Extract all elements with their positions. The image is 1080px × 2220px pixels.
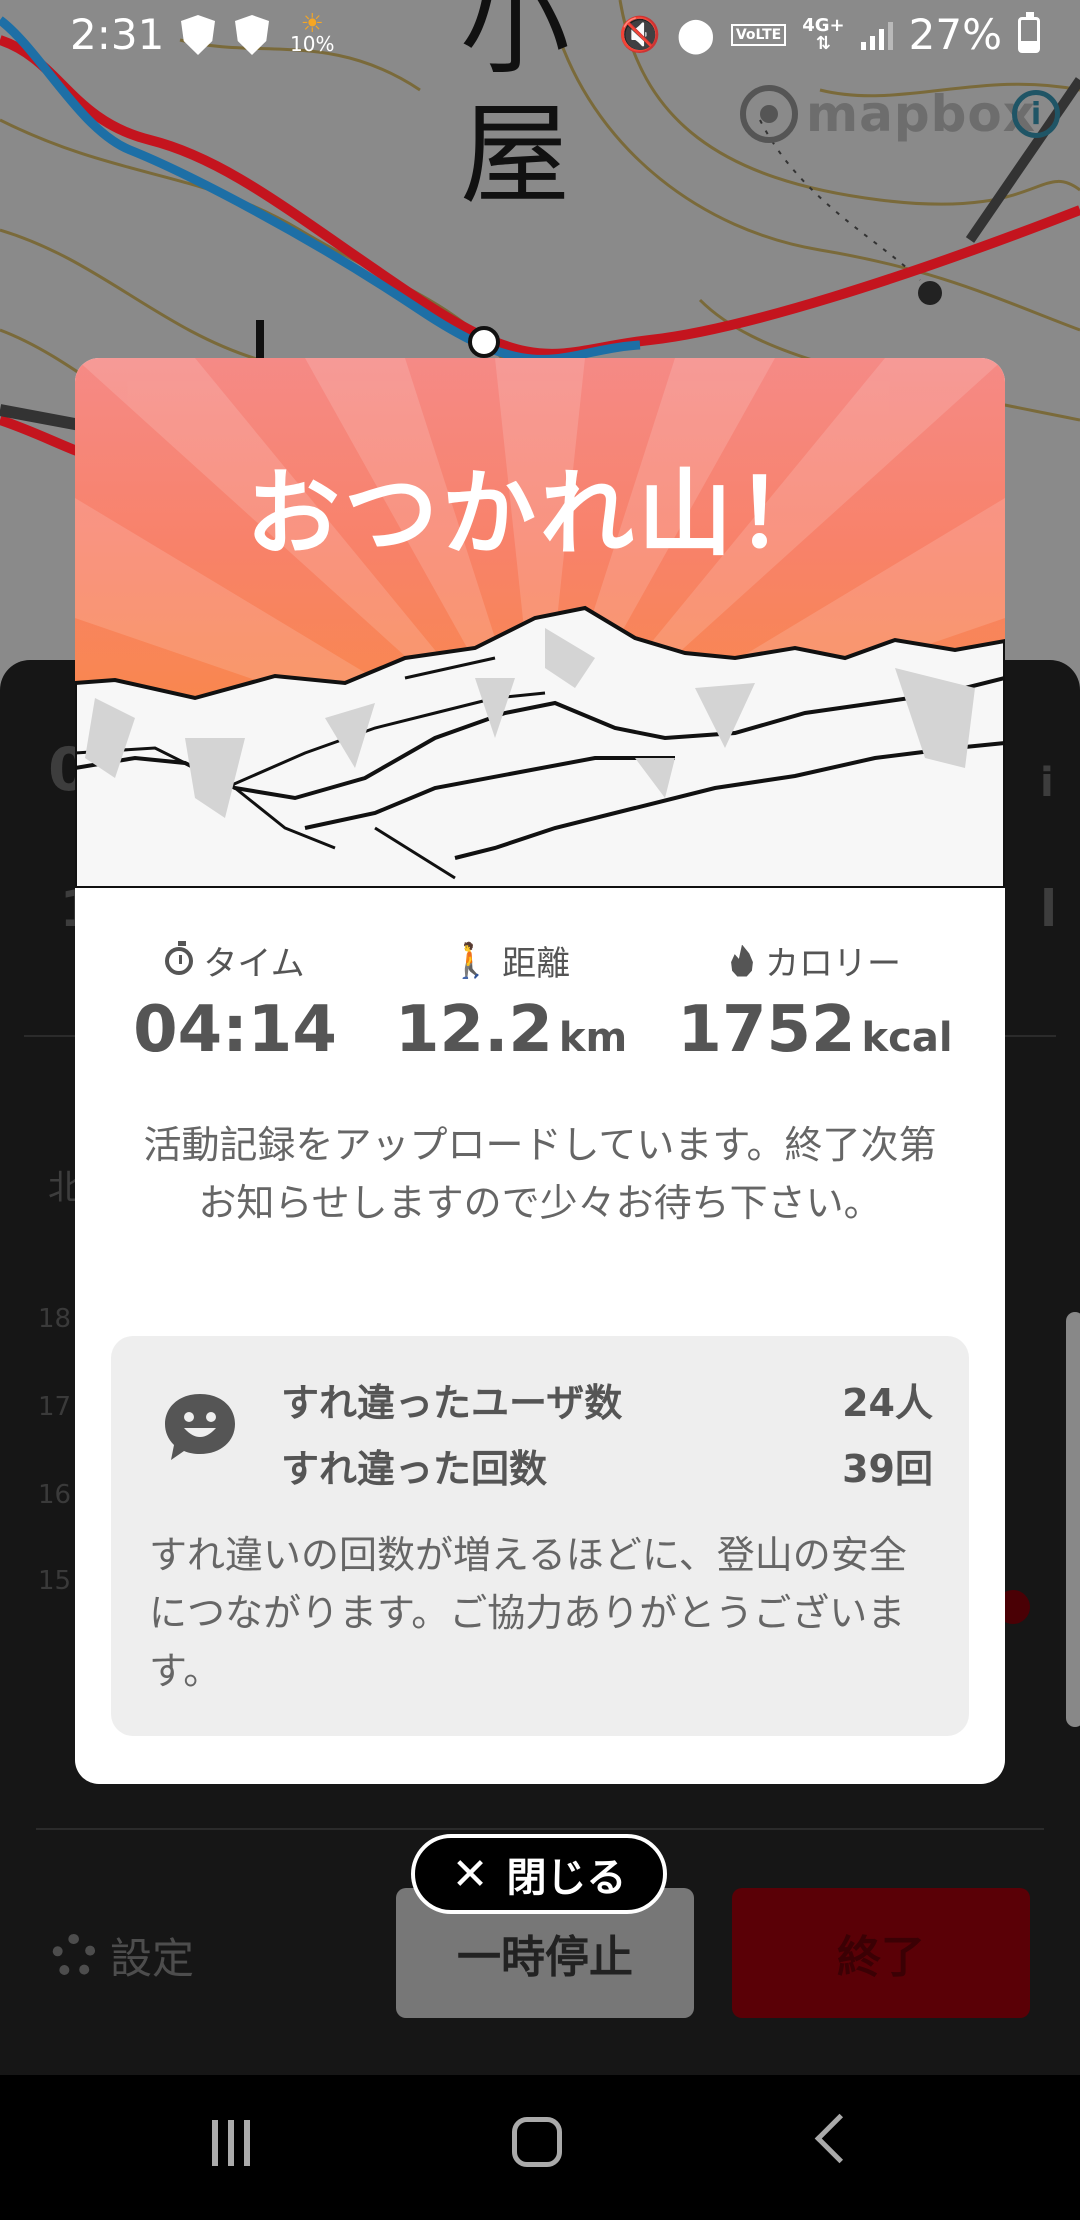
- stat-unit: km: [558, 1015, 628, 1061]
- chart-tick: 18: [38, 1304, 72, 1334]
- sheet-divider-bottom: [36, 1828, 1044, 1830]
- volte-badge: VoLTE: [730, 23, 787, 46]
- passed-users-row: すれ違ったユーザ数 24人: [281, 1372, 933, 1427]
- flame-icon: [731, 944, 753, 977]
- stat-unit: kcal: [861, 1015, 953, 1061]
- stat-label: タイム: [203, 944, 305, 984]
- status-time: 2:31: [70, 10, 165, 59]
- chart-tick: 17: [38, 1392, 72, 1422]
- navigation-bar: [0, 2075, 1080, 2220]
- home-icon[interactable]: [512, 2117, 562, 2167]
- chart-tick: 15: [38, 1566, 72, 1596]
- passed-count-label: すれ違った回数: [281, 1447, 548, 1491]
- status-bar: 2:31 ☀ 10% 🔇 ⬤ VoLTE 4G+ ⇅ 27%: [0, 0, 1080, 72]
- shield-gear-icon: [178, 14, 218, 56]
- battery-icon: [1018, 11, 1040, 53]
- passed-users-label: すれ違ったユーザ数: [281, 1381, 623, 1425]
- stats-row: タイム 04:14 🚶 距離 12.2 km カロリー 1752 kcal: [75, 936, 1005, 1066]
- recent-apps-icon[interactable]: [212, 2120, 250, 2166]
- settings-label: 設定: [110, 1934, 195, 1983]
- passing-info-box: すれ違ったユーザ数 24人 すれ違った回数 39回 すれ違いの回数が増えるほどに…: [111, 1336, 969, 1736]
- timer-icon: [165, 940, 194, 975]
- smiley-chat-icon: [165, 1394, 235, 1460]
- hero-banner: おつかれ山！: [75, 358, 1005, 888]
- close-label: 閉じる: [506, 1855, 627, 1901]
- passed-count-row: すれ違った回数 39回: [281, 1438, 933, 1493]
- stat-value: 12.2: [395, 993, 553, 1067]
- gear-icon: [52, 1933, 96, 1978]
- walking-icon: 🚶: [449, 940, 493, 981]
- mapbox-attribution: mapbox: [740, 80, 1036, 148]
- mapbox-label: mapbox: [806, 85, 1037, 143]
- settings-button[interactable]: 設定: [52, 1925, 194, 1986]
- shield-check-icon: [232, 14, 272, 56]
- weather-percent: 10%: [290, 32, 335, 56]
- stat-value: 1752: [677, 993, 856, 1067]
- close-icon: ✕: [451, 1848, 489, 1900]
- stat-time: タイム 04:14: [115, 936, 355, 1065]
- passing-note: すれ違いの回数が増えるほどに、登山の安全につながります。ご協力ありがとうございま…: [149, 1533, 907, 1693]
- stat-label: 距離: [502, 944, 571, 984]
- dialog-title: おつかれ山！: [245, 460, 834, 569]
- finish-dialog: おつかれ山！ タイム 04:14 🚶 距離 12.2 km カロリー 1752 kca…: [75, 358, 1005, 1784]
- stat-calories: カロリー 1752 kcal: [665, 936, 965, 1073]
- stat-value: 04:14: [133, 993, 337, 1067]
- close-button[interactable]: ✕ 閉じる: [411, 1834, 667, 1914]
- location-icon: ⬤: [676, 14, 715, 55]
- chart-tick: 16: [38, 1480, 72, 1510]
- network-type: 4G+ ⇅: [802, 14, 845, 54]
- signal-icon: [860, 20, 893, 50]
- info-icon[interactable]: i: [1012, 90, 1060, 138]
- mute-vibrate-icon: 🔇: [618, 14, 661, 55]
- back-icon[interactable]: [814, 2113, 865, 2164]
- sheet-value-right2: l: [1040, 880, 1058, 938]
- scroll-handle[interactable]: [1066, 1312, 1080, 1727]
- upload-message: 活動記録をアップロードしています。終了次第お知らせしますので少々お待ち下さい。: [143, 1123, 937, 1225]
- passed-users-value: 24人: [842, 1381, 933, 1425]
- stat-distance: 🚶 距離 12.2 km: [395, 936, 628, 1073]
- passed-count-value: 39回: [842, 1447, 933, 1491]
- end-button[interactable]: 終了: [732, 1888, 1030, 2018]
- sheet-value-right: i: [1040, 760, 1054, 806]
- battery-percent: 27%: [908, 10, 1002, 59]
- weather-icon: ☀ 10%: [290, 9, 335, 56]
- mapbox-logo-icon: [740, 85, 798, 143]
- stat-label: カロリー: [765, 944, 901, 984]
